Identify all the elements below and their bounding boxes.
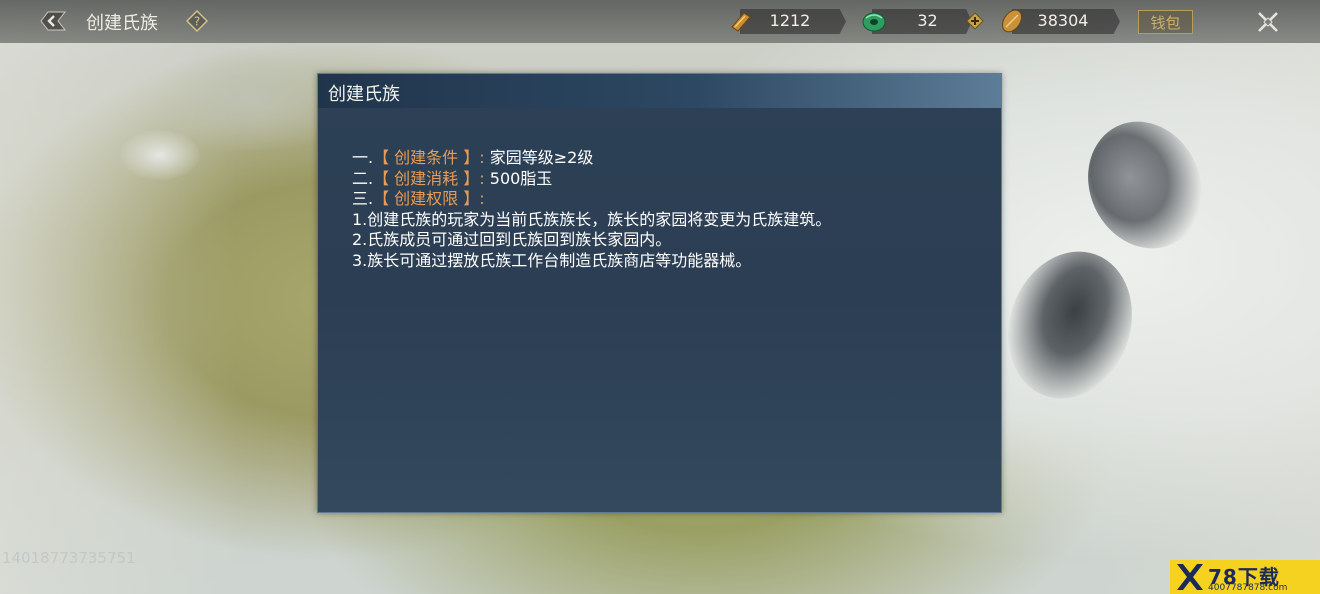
close-icon[interactable]	[1255, 9, 1281, 35]
dialog-title: 创建氏族	[328, 84, 400, 105]
wallet-button[interactable]: 钱包	[1138, 10, 1193, 34]
page-title: 创建氏族	[86, 13, 158, 34]
watermark-logo: 78下载 4007787878.com	[1170, 560, 1320, 594]
rule-prefix: 三.	[352, 189, 374, 208]
create-clan-dialog: 创建氏族 一.【 创建条件 】: 家园等级≥2级 二.【 创建消耗 】: 500…	[317, 73, 1002, 513]
rule-text: 家园等级≥2级	[484, 148, 594, 167]
player-id: 14018773735751	[2, 549, 136, 567]
svg-text:?: ?	[194, 15, 200, 29]
rule-line: 一.【 创建条件 】: 家园等级≥2级	[352, 148, 972, 169]
top-bar: 创建氏族 ? 1212 32 38304 钱包	[0, 0, 1320, 43]
rule-tag: 【 创建权限 】:	[373, 189, 485, 208]
rule-line: 二.【 创建消耗 】: 500脂玉	[352, 169, 972, 190]
rule-prefix: 一.	[352, 148, 374, 167]
resource-jade-value: 32	[917, 11, 938, 30]
back-button[interactable]	[38, 8, 68, 34]
rule-tag: 【 创建条件 】:	[373, 148, 485, 167]
resource-gold-value: 38304	[1037, 11, 1089, 30]
gold-leaf-icon	[1001, 9, 1023, 33]
rule-tag: 【 创建消耗 】:	[373, 168, 485, 188]
plus-icon[interactable]	[966, 12, 984, 30]
jade-icon	[862, 12, 886, 32]
rule-line: 2.氏族成员可通过回到氏族回到族长家园内。	[352, 230, 672, 249]
rule-text: 500脂玉	[484, 168, 553, 188]
dialog-body: 一.【 创建条件 】: 家园等级≥2级 二.【 创建消耗 】: 500脂玉 三.…	[352, 148, 972, 271]
scroll-icon	[731, 12, 751, 32]
chevron-left-icon	[40, 11, 67, 31]
rule-line: 3.族长可通过摆放氏族工作台制造氏族商店等功能器械。	[352, 250, 752, 270]
resource-scroll-value: 1212	[769, 11, 811, 30]
question-diamond-icon[interactable]: ?	[186, 10, 208, 32]
x-logo-icon	[1177, 564, 1203, 590]
rule-prefix: 二.	[352, 168, 374, 188]
watermark-phone: 4007787878.com	[1208, 583, 1288, 593]
dialog-header: 创建氏族	[318, 74, 1001, 108]
rule-line: 三.【 创建权限 】:	[352, 189, 972, 210]
rule-line: 1.创建氏族的玩家为当前氏族族长，族长的家园将变更为氏族建筑。	[352, 209, 832, 229]
